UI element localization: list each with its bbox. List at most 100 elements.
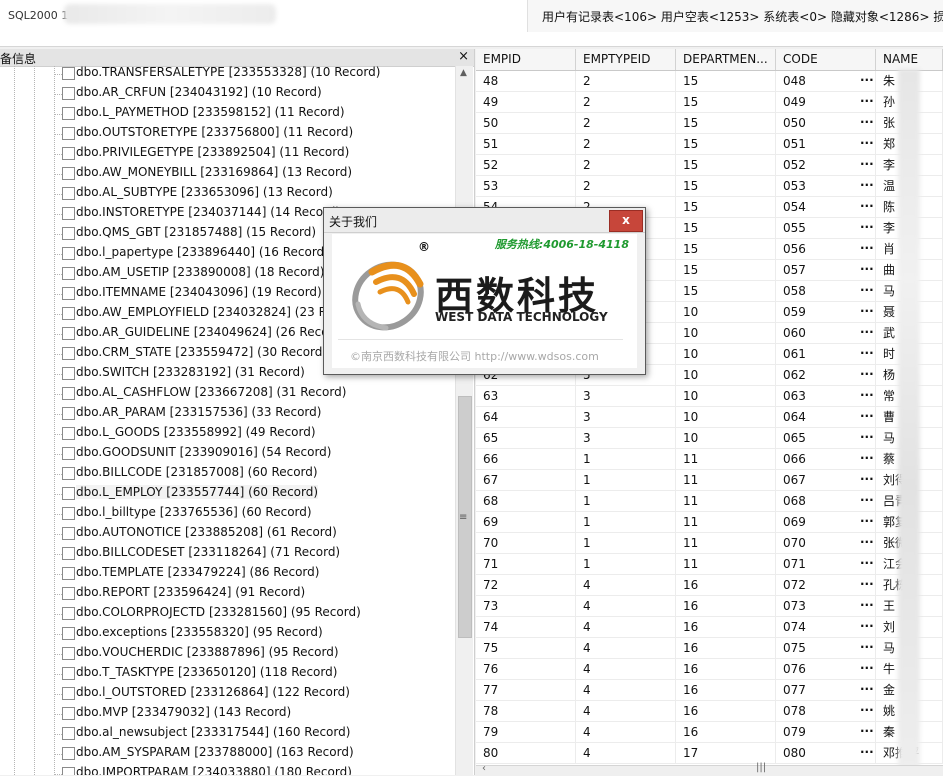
tree-item[interactable]: dbo.al_newsubject [233317544] (160 Recor… [54,724,454,744]
table-row[interactable]: 76 4 16 076... 牛 [476,659,943,680]
cell-ellipsis[interactable]: ... [860,134,874,150]
table-cell[interactable]: 68 [476,491,576,511]
table-cell[interactable]: 071... [776,554,876,574]
tree-item-checkbox[interactable] [62,627,75,640]
table-cell[interactable]: 11 [676,512,776,532]
tree-item-checkbox[interactable] [62,447,75,460]
table-cell[interactable]: 53 [476,176,576,196]
scroll-left-icon[interactable]: ‹ [482,763,486,774]
tree-item[interactable]: dbo.AR_PARAM [233157536] (33 Record) [54,404,454,424]
table-cell[interactable]: 16 [676,680,776,700]
tree-item-checkbox[interactable] [62,607,75,620]
table-cell[interactable]: 4 [576,575,676,595]
table-cell[interactable]: 070... [776,533,876,553]
tree-item-checkbox[interactable] [62,227,75,240]
table-cell[interactable]: 1 [576,512,676,532]
cell-ellipsis[interactable]: ... [860,596,874,612]
table-cell[interactable]: 15 [676,260,776,280]
tree-item-checkbox[interactable] [62,767,75,775]
table-cell[interactable]: 068... [776,491,876,511]
column-header[interactable]: DEPARTMEN... [676,49,776,70]
column-header[interactable]: EMPTYPEID [576,49,676,70]
table-row[interactable]: 51 2 15 051... 郑 [476,134,943,155]
cell-ellipsis[interactable]: ... [860,302,874,318]
table-cell[interactable]: 10 [676,365,776,385]
table-cell[interactable]: 048... [776,71,876,91]
tree-item[interactable]: dbo.TEMPLATE [233479224] (86 Record) [54,564,454,584]
table-cell[interactable]: 078... [776,701,876,721]
table-cell[interactable]: 4 [576,638,676,658]
dialog-close-button[interactable]: x [609,210,643,232]
table-row[interactable]: 72 4 16 072... 孔栋 [476,575,943,596]
table-cell[interactable]: 055... [776,218,876,238]
dialog-titlebar[interactable]: 关于我们 x [324,208,645,233]
tree-item-checkbox[interactable] [62,167,75,180]
tree-item-checkbox[interactable] [62,387,75,400]
column-header[interactable]: NAME [876,49,943,70]
tree-item-checkbox[interactable] [62,127,75,140]
table-cell[interactable]: 16 [676,638,776,658]
tree-item-checkbox[interactable] [62,567,75,580]
table-cell[interactable]: 15 [676,155,776,175]
tree-item-checkbox[interactable] [62,667,75,680]
table-cell[interactable]: 16 [676,722,776,742]
table-cell[interactable]: 75 [476,638,576,658]
table-cell[interactable]: 061... [776,344,876,364]
tree-item-checkbox[interactable] [62,747,75,760]
table-cell[interactable]: 067... [776,470,876,490]
table-cell[interactable]: 072... [776,575,876,595]
table-row[interactable]: 74 4 16 074... 刘 [476,617,943,638]
cell-ellipsis[interactable]: ... [860,281,874,297]
cell-ellipsis[interactable]: ... [860,71,874,87]
tree-item[interactable]: dbo.AL_SUBTYPE [233653096] (13 Record) [54,184,454,204]
table-cell[interactable]: 50 [476,113,576,133]
cell-ellipsis[interactable]: ... [860,575,874,591]
tree-item-checkbox[interactable] [62,267,75,280]
horizontal-scrollbar[interactable]: ‹ ||| [476,762,943,776]
tree-item-checkbox[interactable] [62,87,75,100]
table-cell[interactable]: 075... [776,638,876,658]
tree-item-checkbox[interactable] [62,487,75,500]
table-row[interactable]: 52 2 15 052... 李 [476,155,943,176]
tree-item-checkbox[interactable] [62,587,75,600]
tree-item[interactable]: dbo.TRANSFERSALETYPE [233553328] (10 Rec… [54,66,454,84]
table-cell[interactable]: 72 [476,575,576,595]
tree-item[interactable]: dbo.L_EMPLOY [233557744] (60 Record) [54,484,454,504]
table-cell[interactable]: 10 [676,302,776,322]
tree-item-checkbox[interactable] [62,367,75,380]
table-row[interactable]: 53 2 15 053... 温 [476,176,943,197]
table-cell[interactable]: 074... [776,617,876,637]
cell-ellipsis[interactable]: ... [860,407,874,423]
table-cell[interactable]: 053... [776,176,876,196]
tree-item-checkbox[interactable] [62,527,75,540]
close-icon[interactable]: × [458,49,469,64]
cell-ellipsis[interactable]: ... [860,617,874,633]
tree-item[interactable]: dbo.VOUCHERDIC [233887896] (95 Record) [54,644,454,664]
table-cell[interactable]: 3 [576,386,676,406]
tree-item[interactable]: dbo.T_TASKTYPE [233650120] (118 Record) [54,664,454,684]
table-row[interactable]: 49 2 15 049... 孙 [476,92,943,113]
cell-ellipsis[interactable]: ... [860,344,874,360]
table-cell[interactable]: 3 [576,407,676,427]
table-cell[interactable]: 057... [776,260,876,280]
tree-item-checkbox[interactable] [62,647,75,660]
table-cell[interactable]: 080... [776,743,876,763]
table-cell[interactable]: 52 [476,155,576,175]
cell-ellipsis[interactable]: ... [860,722,874,738]
cell-ellipsis[interactable]: ... [860,680,874,696]
table-cell[interactable]: 80 [476,743,576,763]
cell-ellipsis[interactable]: ... [860,323,874,339]
table-cell[interactable]: 2 [576,155,676,175]
table-cell[interactable]: 4 [576,596,676,616]
table-cell[interactable]: 15 [676,218,776,238]
tree-item[interactable]: dbo.l_OUTSTORED [233126864] (122 Record) [54,684,454,704]
table-row[interactable]: 64 3 10 064... 曹 [476,407,943,428]
cell-ellipsis[interactable]: ... [860,470,874,486]
cell-ellipsis[interactable]: ... [860,743,874,759]
cell-ellipsis[interactable]: ... [860,659,874,675]
cell-ellipsis[interactable]: ... [860,512,874,528]
tree-item[interactable]: dbo.MVP [233479032] (143 Record) [54,704,454,724]
table-cell[interactable]: 48 [476,71,576,91]
table-row[interactable]: 68 1 11 068... 吕青 [476,491,943,512]
tree-item-checkbox[interactable] [62,727,75,740]
